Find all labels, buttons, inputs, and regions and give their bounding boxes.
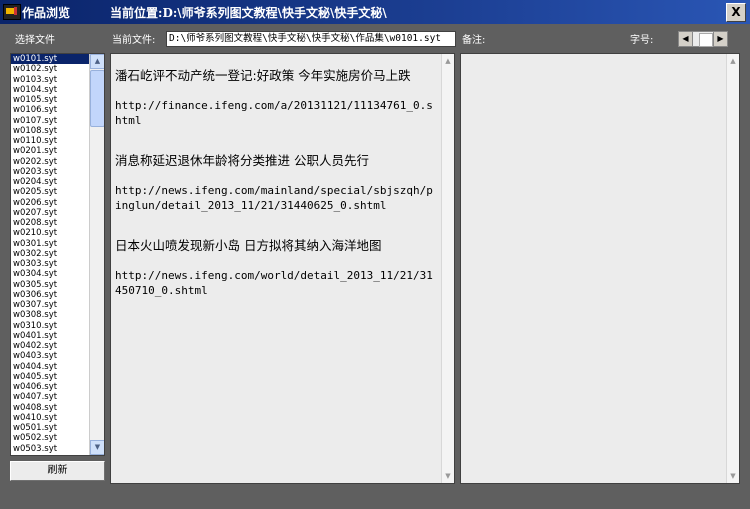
scroll-down-icon[interactable]: ▼: [90, 440, 104, 455]
file-list-item[interactable]: w0406.syt: [11, 382, 89, 392]
file-list-item[interactable]: w0206.syt: [11, 198, 89, 208]
file-list-item[interactable]: w0106.syt: [11, 105, 89, 115]
file-list-item[interactable]: w0308.syt: [11, 310, 89, 320]
file-list-item[interactable]: w0205.syt: [11, 187, 89, 197]
location-label: 当前位置:: [110, 6, 163, 20]
file-list-item[interactable]: w0203.syt: [11, 167, 89, 177]
file-list-item[interactable]: w0202.syt: [11, 157, 89, 167]
article-block: 日本火山喷发现新小岛 日方拟将其纳入海洋地图 http://news.ifeng.…: [115, 238, 437, 298]
file-list-item[interactable]: w0204.syt: [11, 177, 89, 187]
scroll-up-icon[interactable]: ▲: [728, 55, 738, 67]
file-list-item[interactable]: w0110.syt: [11, 136, 89, 146]
font-size-slider[interactable]: ◀ ▶: [678, 31, 728, 47]
notes-scrollbar[interactable]: ▲ ▼: [726, 54, 739, 483]
article-block: 消息称延迟退休年龄将分类推进 公职人员先行 http://news.ifeng.c…: [115, 153, 437, 213]
file-list-item[interactable]: w0303.syt: [11, 259, 89, 269]
file-list-item[interactable]: w0503.syt: [11, 444, 89, 454]
window-title: 作品浏览: [22, 6, 71, 20]
article-url[interactable]: http://finance.ifeng.com/a/20131121/1113…: [115, 98, 437, 128]
file-list-item[interactable]: w0301.syt: [11, 239, 89, 249]
current-file-field[interactable]: D:\师爷系列图文教程\快手文秘\快手文秘\作品集\w0101.syt: [166, 31, 456, 47]
file-list-item[interactable]: w0104.syt: [11, 85, 89, 95]
file-list-item[interactable]: w0105.syt: [11, 95, 89, 105]
file-list-item[interactable]: w0310.syt: [11, 321, 89, 331]
scroll-down-icon[interactable]: ▼: [443, 470, 453, 482]
app-icon: [3, 4, 21, 20]
file-list-item[interactable]: w0101.syt: [11, 54, 89, 65]
file-list-item[interactable]: w0102.syt: [11, 64, 89, 74]
file-list-item[interactable]: w0405.syt: [11, 372, 89, 382]
file-list-item[interactable]: w0401.syt: [11, 331, 89, 341]
file-list-item[interactable]: w0404.syt: [11, 362, 89, 372]
file-list-item[interactable]: w0410.syt: [11, 413, 89, 423]
file-list-scrollbar[interactable]: ▲ ▼: [89, 54, 104, 455]
file-list[interactable]: w0101.syt w0102.syt w0103.syt w0104.syt w010…: [10, 53, 105, 456]
file-list-item[interactable]: w0305.syt: [11, 280, 89, 290]
file-list-item[interactable]: w0108.syt: [11, 126, 89, 136]
title-bar: 作品浏览 当前位置:D:\师爷系列图文教程\快手文秘\快手文秘\ X: [0, 0, 750, 24]
content-scrollbar[interactable]: ▲ ▼: [441, 54, 454, 483]
select-file-label: 选择文件: [15, 35, 55, 46]
file-list-items: w0101.syt w0102.syt w0103.syt w0104.syt w010…: [11, 54, 89, 454]
file-list-item[interactable]: w0501.syt: [11, 423, 89, 433]
scroll-up-icon[interactable]: ▲: [443, 55, 453, 67]
scroll-down-icon[interactable]: ▼: [728, 470, 738, 482]
file-list-item[interactable]: w0408.syt: [11, 403, 89, 413]
file-list-item[interactable]: w0210.syt: [11, 228, 89, 238]
file-list-item[interactable]: w0201.syt: [11, 146, 89, 156]
file-list-item[interactable]: w0302.syt: [11, 249, 89, 259]
file-list-item[interactable]: w0407.syt: [11, 392, 89, 402]
close-button[interactable]: X: [726, 3, 746, 22]
location-path: D:\师爷系列图文教程\快手文秘\快手文秘\: [162, 6, 387, 20]
article-headline: 潘石屹评不动产统一登记:好政策 今年实施房价马上跌: [115, 68, 411, 83]
article-url[interactable]: http://news.ifeng.com/mainland/special/s…: [115, 183, 437, 213]
scroll-thumb[interactable]: [90, 70, 104, 127]
file-list-item[interactable]: w0207.syt: [11, 208, 89, 218]
current-file-label: 当前文件:: [112, 35, 156, 46]
scroll-up-icon[interactable]: ▲: [90, 54, 104, 69]
file-list-item[interactable]: w0502.syt: [11, 433, 89, 443]
article-headline: 日本火山喷发现新小岛 日方拟将其纳入海洋地图: [115, 238, 382, 253]
file-list-item[interactable]: w0208.syt: [11, 218, 89, 228]
content-text: 潘石屹评不动产统一登记:好政策 今年实施房价马上跌 http://finance.…: [115, 68, 437, 323]
file-list-item[interactable]: w0403.syt: [11, 351, 89, 361]
file-list-item[interactable]: w0306.syt: [11, 290, 89, 300]
article-block: 潘石屹评不动产统一登记:好政策 今年实施房价马上跌 http://finance.…: [115, 68, 437, 128]
file-list-item[interactable]: w0402.syt: [11, 341, 89, 351]
notes-pane[interactable]: ▲ ▼: [460, 53, 740, 484]
article-headline: 消息称延迟退休年龄将分类推进 公职人员先行: [115, 153, 369, 168]
location-display: 当前位置:D:\师爷系列图文教程\快手文秘\快手文秘\: [110, 4, 387, 21]
notes-label: 备注:: [462, 35, 486, 46]
content-pane[interactable]: 潘石屹评不动产统一登记:好政策 今年实施房价马上跌 http://finance.…: [110, 53, 455, 484]
refresh-button[interactable]: 刷新: [10, 461, 105, 481]
file-list-item[interactable]: w0103.syt: [11, 75, 89, 85]
font-size-increase-icon[interactable]: ▶: [713, 32, 727, 46]
font-size-thumb[interactable]: [699, 33, 713, 47]
font-size-label: 字号:: [630, 35, 654, 46]
font-size-decrease-icon[interactable]: ◀: [679, 32, 693, 46]
file-list-item[interactable]: w0304.syt: [11, 269, 89, 279]
article-url[interactable]: http://news.ifeng.com/world/detail_2013_…: [115, 268, 437, 298]
file-list-item[interactable]: w0307.syt: [11, 300, 89, 310]
file-list-item[interactable]: w0107.syt: [11, 116, 89, 126]
